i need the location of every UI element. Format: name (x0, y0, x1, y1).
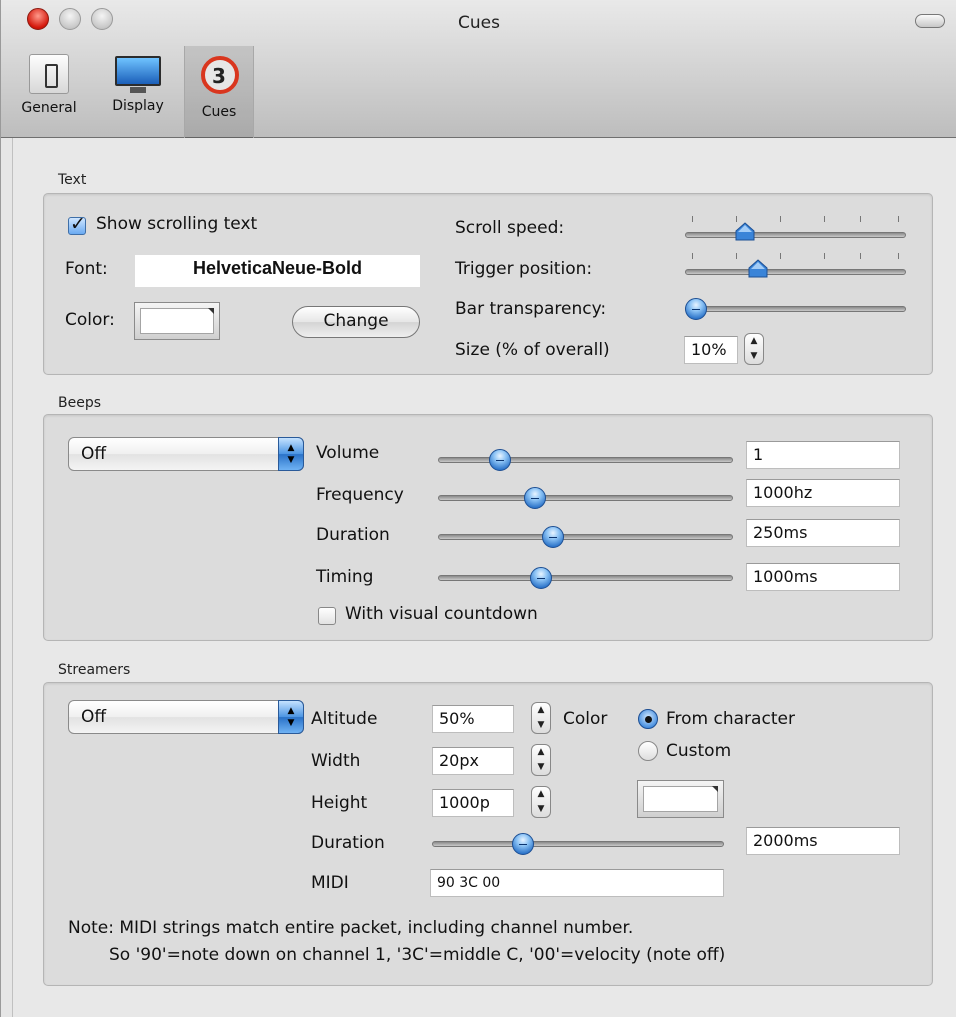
height-label: Height (311, 793, 368, 813)
midi-note-line-1: Note: MIDI strings match entire packet, … (68, 918, 634, 938)
color-from-character-radio[interactable] (638, 709, 658, 729)
duration-knob[interactable] (542, 526, 565, 548)
bar-transparency-label: Bar transparency: (455, 299, 607, 319)
size-label: Size (% of overall) (455, 340, 610, 360)
beeps-section-heading: Beeps (58, 395, 102, 411)
tab-cues[interactable]: 3 Cues (184, 46, 254, 138)
streamer-duration-knob[interactable] (511, 833, 534, 855)
tab-display-label: Display (112, 98, 164, 114)
streamers-mode-popup[interactable]: Off ▲ ▼ (68, 700, 304, 734)
font-label: Font: (65, 259, 108, 279)
show-scrolling-text-checkbox[interactable]: ✓ (68, 213, 86, 235)
altitude-label: Altitude (311, 709, 378, 729)
frequency-field[interactable]: 1000hz (746, 479, 900, 507)
cue-icon-number: 3 (212, 64, 226, 88)
streamers-section-heading: Streamers (58, 662, 131, 678)
bar-transparency-slider[interactable] (685, 306, 906, 312)
monitor-icon (113, 54, 163, 93)
color-from-character-label: From character (666, 709, 795, 729)
trigger-position-knob[interactable] (748, 259, 768, 279)
timing-slider[interactable] (438, 575, 733, 581)
streamer-duration-slider[interactable] (432, 841, 724, 847)
size-stepper[interactable]: ▲ ▼ (744, 333, 764, 365)
trigger-position-slider[interactable] (685, 269, 906, 275)
window-title: Cues (458, 13, 500, 33)
volume-label: Volume (316, 443, 380, 463)
scroll-speed-knob[interactable] (735, 222, 755, 242)
change-font-button[interactable]: Change (292, 306, 420, 338)
toolbar-toggle-button[interactable] (915, 14, 945, 28)
window-edge (1, 138, 13, 1017)
popup-arrows-icon: ▲ ▼ (278, 437, 304, 471)
visual-countdown-checkbox[interactable] (318, 607, 336, 625)
visual-countdown-label: With visual countdown (345, 604, 538, 624)
timing-knob[interactable] (530, 567, 553, 589)
text-group: ✓ Show scrolling text Font: HelveticaNeu… (43, 193, 933, 375)
timing-label: Timing (316, 567, 374, 587)
beeps-mode-value: Off (81, 444, 107, 464)
duration-slider[interactable] (438, 534, 733, 540)
color-label: Color: (65, 310, 115, 330)
frequency-label: Frequency (316, 485, 404, 505)
width-field[interactable]: 20px (432, 747, 514, 775)
duration-field[interactable]: 250ms (746, 519, 900, 547)
tab-cues-label: Cues (201, 104, 237, 120)
toolbar: Cues General Display 3 Cues (1, 0, 956, 138)
color-custom-radio[interactable] (638, 741, 658, 761)
streamer-duration-field[interactable]: 2000ms (746, 827, 900, 855)
timing-field[interactable]: 1000ms (746, 563, 900, 591)
size-field[interactable]: 10% (684, 336, 738, 364)
duration-label: Duration (316, 525, 390, 545)
cue-icon: 3 (197, 54, 241, 98)
text-color-well[interactable] (134, 302, 220, 340)
height-stepper[interactable]: ▲ ▼ (531, 786, 551, 818)
frequency-knob[interactable] (524, 487, 547, 509)
bar-transparency-knob[interactable] (685, 298, 707, 320)
streamers-group: Off ▲ ▼ Altitude 50% ▲ ▼ Color From charac… (43, 682, 933, 986)
tab-general[interactable]: General (5, 46, 93, 138)
altitude-field[interactable]: 50% (432, 705, 514, 733)
font-field: HelveticaNeue-Bold (135, 255, 420, 287)
volume-slider[interactable] (438, 457, 733, 463)
tab-general-label: General (21, 100, 77, 116)
width-stepper[interactable]: ▲ ▼ (531, 744, 551, 776)
midi-label: MIDI (311, 873, 349, 893)
streamer-color-label: Color (563, 709, 608, 729)
popup-arrows-icon: ▲ ▼ (278, 700, 304, 734)
height-field[interactable]: 1000p (432, 789, 514, 817)
trigger-position-label: Trigger position: (455, 259, 593, 279)
text-section-heading: Text (58, 172, 87, 188)
midi-note-line-2: So '90'=note down on channel 1, '3C'=mid… (109, 945, 726, 965)
beeps-group: Off ▲ ▼ Volume 1 Frequency 1000hz Duratio… (43, 414, 933, 641)
scroll-speed-slider[interactable] (685, 232, 906, 238)
switch-icon (29, 54, 69, 94)
streamer-color-well[interactable] (637, 780, 724, 818)
scroll-speed-label: Scroll speed: (455, 218, 565, 238)
color-custom-label: Custom (666, 741, 732, 761)
streamers-mode-value: Off (81, 707, 107, 727)
midi-field[interactable]: 90 3C 00 (430, 869, 724, 897)
show-scrolling-text-label: Show scrolling text (96, 214, 258, 234)
tab-display[interactable]: Display (95, 46, 181, 138)
frequency-slider[interactable] (438, 495, 733, 501)
altitude-stepper[interactable]: ▲ ▼ (531, 702, 551, 734)
streamer-duration-label: Duration (311, 833, 385, 853)
preferences-window: Cues General Display 3 Cues Text ✓ Show … (0, 0, 956, 1017)
volume-knob[interactable] (488, 449, 511, 471)
volume-field[interactable]: 1 (746, 441, 900, 469)
width-label: Width (311, 751, 361, 771)
beeps-mode-popup[interactable]: Off ▲ ▼ (68, 437, 304, 471)
